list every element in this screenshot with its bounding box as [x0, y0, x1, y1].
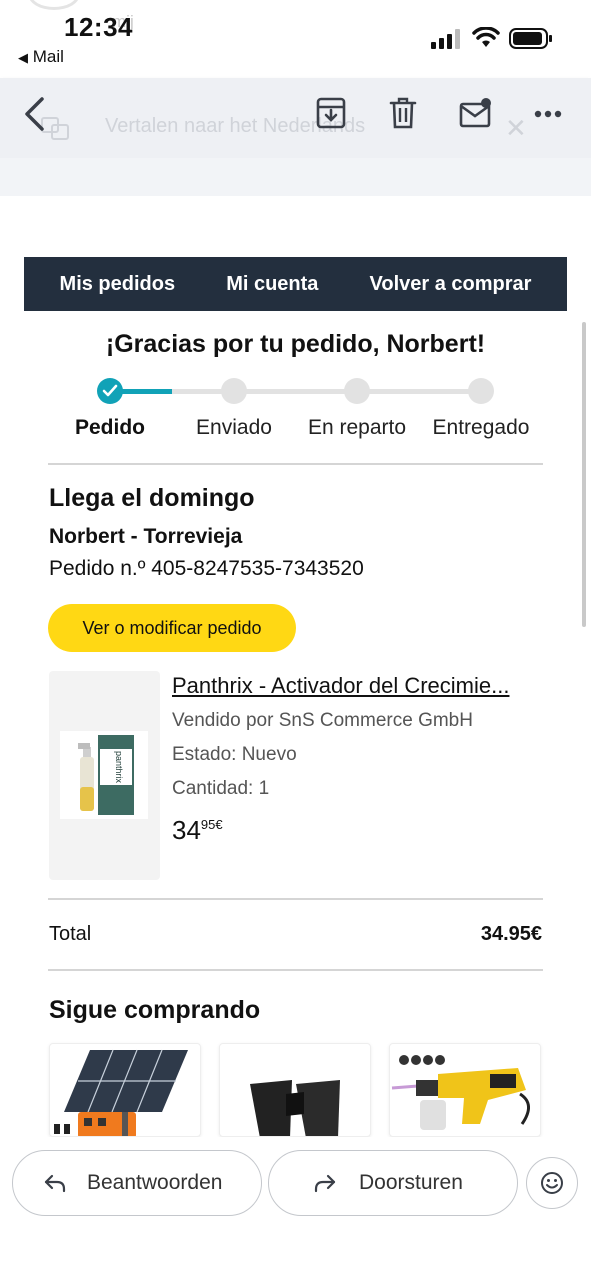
back-to-app-link[interactable]: ◀ Mail: [18, 47, 64, 67]
forward-label: Doorsturen: [359, 1171, 463, 1194]
total-label: Total: [49, 923, 92, 945]
reply-arrow-icon: [44, 1174, 66, 1193]
back-triangle-icon: ◀: [18, 50, 28, 65]
back-app-label: Mail: [32, 47, 64, 66]
divider: [48, 463, 543, 465]
step-dot-delivered: [468, 378, 494, 404]
order-number: Pedido n.º 405-8247535-7343520: [49, 557, 364, 580]
product-quantity: Cantidad: 1: [172, 778, 270, 799]
product-condition: Estado: Nuevo: [172, 744, 297, 765]
solar-panel-kit-image: [54, 1049, 188, 1136]
status-bar: mij 12:34 ◀ Mail: [0, 0, 591, 78]
back-chevron-icon[interactable]: [22, 96, 48, 132]
more-icon[interactable]: [534, 109, 562, 119]
keep-shopping-heading: Sigue comprando: [49, 996, 261, 1024]
smiley-icon: [541, 1172, 563, 1194]
black-product-image: [250, 1080, 340, 1136]
clock: 12:34: [64, 12, 133, 42]
recommended-product-card[interactable]: [389, 1043, 541, 1137]
price-whole: 34: [172, 815, 201, 845]
recommended-product-card[interactable]: [219, 1043, 371, 1137]
mark-unread-icon[interactable]: [459, 97, 493, 129]
divider: [48, 969, 543, 971]
scrollbar[interactable]: [582, 322, 586, 627]
price-fraction: 95€: [200, 817, 223, 832]
checkmark-icon: [102, 384, 118, 397]
step-label-ordered: Pedido: [74, 416, 145, 439]
product-bottle-image: panthrix: [78, 735, 134, 815]
wifi-icon: [472, 27, 500, 47]
product-pack-brand: panthrix: [114, 751, 124, 784]
nav-buy-again[interactable]: Volver a comprar: [370, 273, 532, 296]
ship-to-name: Norbert - Torrevieja: [49, 525, 243, 548]
trash-icon[interactable]: [389, 97, 417, 129]
email-header-band: [0, 158, 591, 196]
paint-sprayer-image: [391, 1055, 530, 1130]
reply-button[interactable]: Beantwoorden: [12, 1150, 262, 1216]
cellular-signal-icon: [431, 29, 460, 49]
step-label-out-for-delivery: En reparto: [307, 416, 407, 439]
product-photo: panthrix: [60, 731, 148, 819]
translate-close-icon[interactable]: ✕: [505, 113, 527, 144]
forward-button[interactable]: Doorsturen: [268, 1150, 518, 1216]
product-price: 3495€: [172, 815, 223, 846]
arrival-heading: Llega el domingo: [49, 484, 255, 512]
email-nav-bar: Mis pedidos Mi cuenta Volver a comprar: [24, 257, 567, 311]
forward-arrow-icon: [314, 1174, 336, 1193]
step-dot-ordered: [97, 378, 123, 404]
step-dot-out-for-delivery: [344, 378, 370, 404]
divider: [48, 898, 543, 900]
total-value: 34.95€: [480, 923, 542, 945]
view-modify-order-button[interactable]: Ver o modificar pedido: [48, 604, 296, 652]
step-dot-shipped: [221, 378, 247, 404]
emoji-reaction-button[interactable]: [526, 1157, 578, 1209]
thank-you-heading: ¡Gracias por tu pedido, Norbert!: [105, 330, 486, 358]
archive-icon[interactable]: [316, 97, 346, 129]
reply-label: Beantwoorden: [87, 1171, 223, 1194]
nav-my-orders[interactable]: Mis pedidos: [60, 273, 176, 296]
step-label-delivered: Entregado: [432, 416, 530, 439]
nav-my-account[interactable]: Mi cuenta: [226, 273, 318, 296]
product-image[interactable]: panthrix: [49, 671, 160, 880]
step-label-shipped: Enviado: [196, 416, 272, 439]
product-seller: Vendido por SnS Commerce GmbH: [172, 710, 473, 731]
recommended-product-card[interactable]: [49, 1043, 201, 1137]
product-title-link[interactable]: Panthrix - Activador del Crecimie...: [172, 673, 509, 699]
battery-icon: [509, 28, 552, 49]
sender-avatar-ghost: [28, 0, 80, 10]
